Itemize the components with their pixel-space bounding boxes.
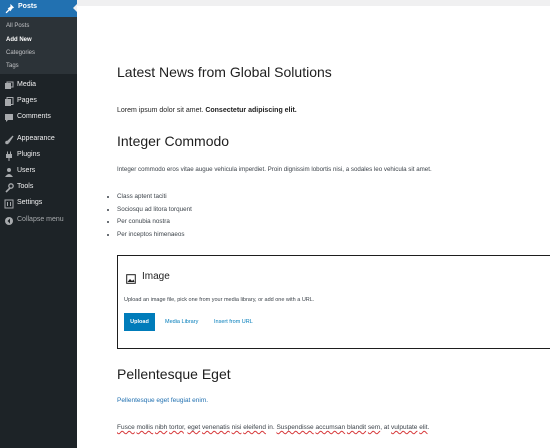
spellcheck-word: vulputate xyxy=(391,424,418,431)
sidebar-item-label: Plugins xyxy=(17,151,40,158)
spellcheck-word: accumsan xyxy=(315,424,346,431)
users-icon xyxy=(5,168,13,177)
collapse-menu-label: Collapse menu xyxy=(17,216,64,223)
list-item: Sociosqu ad litora torquent xyxy=(117,204,192,217)
spellcheck-word: tortor xyxy=(169,424,184,431)
paintbrush-icon xyxy=(5,135,14,145)
settings-icon xyxy=(4,199,14,209)
submenu-all-posts[interactable]: All Posts xyxy=(6,23,29,29)
paragraph-text: , at xyxy=(380,424,392,431)
sidebar-item-label: Media xyxy=(17,81,37,88)
insert-from-url-button[interactable]: Insert from URL xyxy=(214,319,253,325)
sidebar-item-users[interactable]: Users xyxy=(0,165,77,179)
plugin-icon xyxy=(6,151,12,161)
sidebar-item-label: Pages xyxy=(17,97,37,104)
spellcheck-word: eleifend xyxy=(243,424,266,431)
image-block[interactable]: Image Upload an image file, pick one fro… xyxy=(117,255,550,349)
sidebar-item-pages[interactable]: Pages xyxy=(0,95,77,109)
list-item: Class aptent taciti xyxy=(117,191,192,204)
spellcheck-word: Suspendisse xyxy=(276,424,314,431)
sidebar-item-settings[interactable]: Settings xyxy=(0,197,77,211)
sidebar-item-label: Tools xyxy=(17,183,34,190)
paragraph-block[interactable]: Fusce mollis nibh tortor, eget venenatis… xyxy=(117,424,429,431)
submenu-add-new[interactable]: Add New xyxy=(6,37,32,43)
image-block-description: Upload an image file, pick one from your… xyxy=(124,297,315,303)
spellcheck-word: Fusce xyxy=(117,424,135,431)
paragraph-block[interactable]: Lorem ipsum dolor sit amet. Consectetur … xyxy=(117,107,297,114)
paragraph-block[interactable]: Integer commodo eros vitae augue vehicul… xyxy=(117,166,432,173)
collapse-icon xyxy=(5,217,13,225)
paragraph-text: in. xyxy=(265,424,277,431)
sidebar-item-plugins[interactable]: Plugins xyxy=(0,149,77,163)
sidebar-item-media[interactable]: Media xyxy=(0,79,77,93)
collapse-menu-button[interactable]: Collapse menu xyxy=(0,214,77,228)
submenu-categories[interactable]: Categories xyxy=(6,50,35,56)
pin-icon xyxy=(5,3,15,14)
sidebar-item-label: Settings xyxy=(17,199,43,206)
image-block-title: Image xyxy=(142,271,170,282)
media-library-button[interactable]: Media Library xyxy=(165,319,198,325)
sidebar-item-label: Appearance xyxy=(17,135,55,142)
post-title[interactable]: Latest News from Global Solutions xyxy=(117,64,332,80)
admin-sidebar: Posts All Posts Add New Categories Tags … xyxy=(0,0,77,448)
spellcheck-word: mollis xyxy=(136,424,154,431)
sidebar-item-posts[interactable]: Posts xyxy=(0,0,77,17)
spellcheck-word: blandit xyxy=(346,424,367,431)
list-item: Per conubia nostra xyxy=(117,216,192,229)
upload-button[interactable]: Upload xyxy=(124,313,155,331)
pages-icon xyxy=(5,97,14,106)
submenu-tags[interactable]: Tags xyxy=(6,63,19,69)
link-paragraph[interactable]: Pellentesque eget feugiat enim. xyxy=(117,397,208,404)
spellcheck-word: venenatis xyxy=(201,424,230,431)
spellcheck-word: elit xyxy=(419,424,428,431)
spellcheck-word: nisi xyxy=(231,424,242,431)
posts-submenu: All Posts Add New Categories Tags xyxy=(0,17,77,74)
spellcheck-word: nibh xyxy=(154,424,168,431)
sidebar-item-label: Comments xyxy=(17,113,51,120)
paragraph-text: Lorem ipsum dolor sit amet. xyxy=(117,107,206,114)
sidebar-item-label: Users xyxy=(17,167,36,174)
image-icon xyxy=(126,274,136,284)
sidebar-item-label: Posts xyxy=(18,3,38,10)
paragraph-text: . xyxy=(427,424,430,431)
spellcheck-word: eget xyxy=(187,424,201,431)
sidebar-item-tools[interactable]: Tools xyxy=(0,181,77,195)
comments-icon xyxy=(5,114,13,122)
sidebar-item-comments[interactable]: Comments xyxy=(0,111,77,125)
list-block[interactable]: Class aptent taciti Sociosqu ad litora t… xyxy=(110,191,192,241)
sidebar-item-appearance[interactable]: Appearance xyxy=(0,133,77,147)
heading-block[interactable]: Integer Commodo xyxy=(117,133,229,149)
spellcheck-word: sem xyxy=(367,424,381,431)
wrench-icon xyxy=(5,183,14,193)
heading-block[interactable]: Pellentesque Eget xyxy=(117,366,231,382)
paragraph-bold-text: Consectetur adipiscing elit. xyxy=(205,107,297,114)
media-icon xyxy=(5,81,14,89)
list-item: Per inceptos himenaeos xyxy=(117,229,192,242)
